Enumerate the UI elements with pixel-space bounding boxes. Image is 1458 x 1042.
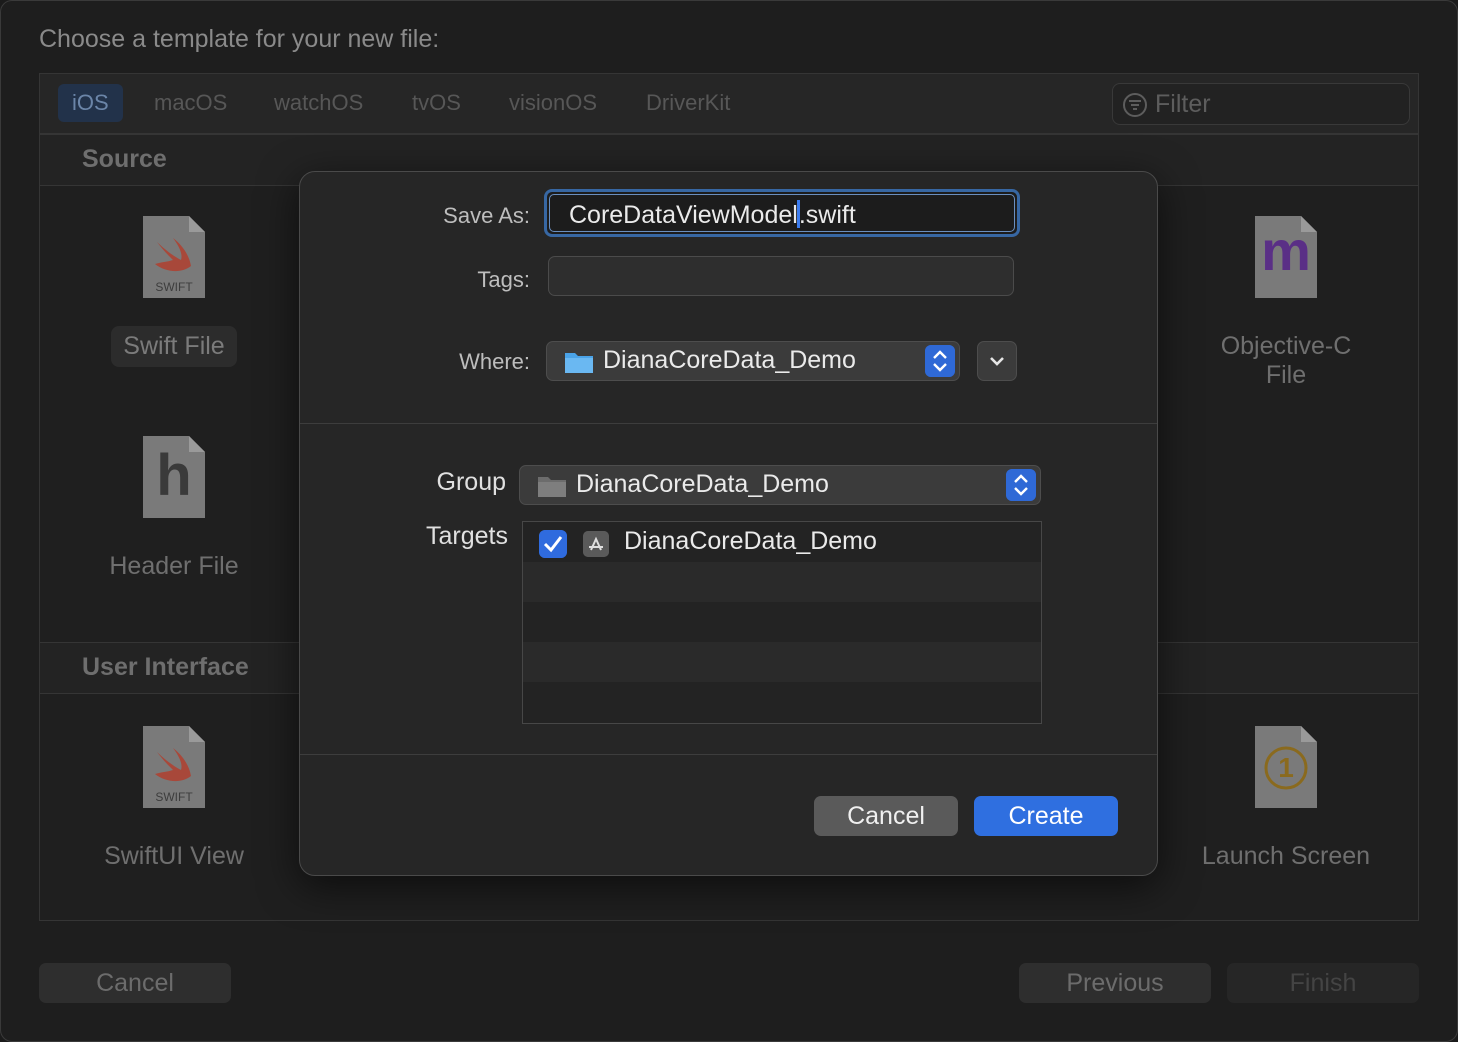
filter-icon: [1123, 93, 1147, 117]
swiftui-view-icon: SWIFT: [141, 724, 207, 810]
where-disclosure-button[interactable]: [977, 341, 1017, 381]
target-name: DianaCoreData_Demo: [624, 527, 877, 555]
header-file-icon: h: [141, 434, 207, 520]
footer-finish-button[interactable]: Finish: [1227, 963, 1419, 1003]
sheet-divider-bottom: [300, 754, 1157, 755]
swiftui-icon-caption: SWIFT: [155, 790, 193, 804]
template-objc-file[interactable]: m Objective-C File: [1186, 214, 1386, 396]
footer-cancel-button[interactable]: Cancel: [39, 963, 231, 1003]
tab-macos[interactable]: macOS: [140, 84, 241, 122]
tab-visionos[interactable]: visionOS: [495, 84, 611, 122]
group-folder-icon: [538, 477, 566, 497]
chevron-down-icon: [990, 357, 1004, 366]
tags-field[interactable]: [548, 256, 1014, 296]
sheet-divider-top: [300, 423, 1157, 424]
sheet-cancel-button[interactable]: Cancel: [814, 796, 958, 836]
tags-label: Tags:: [477, 267, 530, 292]
launch-screen-icon: 1: [1253, 724, 1319, 810]
app-store-icon: [583, 531, 609, 557]
filter-placeholder: Filter: [1155, 90, 1211, 118]
template-launch-screen[interactable]: 1 Launch Screen: [1186, 724, 1386, 877]
template-swift-file[interactable]: SWIFT Swift File: [74, 214, 274, 367]
launch-icon-glyph: 1: [1278, 752, 1294, 783]
save-as-value: CoreDataViewModel.swift: [569, 200, 856, 230]
group-label: Group: [436, 468, 506, 496]
section-label-source: Source: [82, 145, 167, 173]
template-label-swift-file: Swift File: [111, 326, 237, 367]
folder-icon: [565, 353, 593, 373]
target-row-empty: [523, 642, 1041, 682]
target-row-empty: [523, 602, 1041, 642]
tab-driverkit[interactable]: DriverKit: [632, 84, 744, 122]
swift-file-icon: SWIFT: [141, 214, 207, 300]
header-icon-glyph: h: [156, 443, 192, 508]
where-popup[interactable]: DianaCoreData_Demo: [546, 341, 960, 381]
section-label-user-interface: User Interface: [82, 653, 249, 681]
group-value: DianaCoreData_Demo: [576, 470, 829, 498]
template-label-header-file: Header File: [109, 552, 239, 580]
targets-list: DianaCoreData_Demo: [522, 521, 1042, 724]
template-label-swiftui-view: SwiftUI View: [104, 842, 244, 870]
swift-icon-caption: SWIFT: [155, 280, 193, 294]
template-swiftui-view[interactable]: SWIFT SwiftUI View: [74, 724, 274, 877]
template-label-objc-file: Objective-C File: [1220, 332, 1352, 389]
group-up-down-chevron-icon: [1006, 469, 1036, 501]
window-title: Choose a template for your new file:: [39, 25, 440, 53]
up-down-chevron-icon: [925, 345, 955, 377]
target-row-empty: [523, 562, 1041, 602]
template-label-launch-screen: Launch Screen: [1201, 842, 1371, 870]
template-header-file[interactable]: h Header File: [74, 434, 274, 587]
save-as-label: Save As:: [443, 203, 530, 228]
save-as-name-part: CoreDataViewModel: [569, 201, 798, 229]
where-value: DianaCoreData_Demo: [603, 346, 856, 374]
where-label: Where:: [459, 349, 530, 374]
objc-file-icon: m: [1253, 214, 1319, 300]
targets-label: Targets: [426, 522, 508, 550]
objc-icon-glyph: m: [1261, 219, 1311, 282]
tab-ios[interactable]: iOS: [58, 84, 123, 122]
create-button[interactable]: Create: [974, 796, 1118, 836]
save-as-extension-part: .swift: [798, 201, 856, 229]
filter-field[interactable]: Filter: [1112, 83, 1410, 125]
tab-watchos[interactable]: watchOS: [260, 84, 377, 122]
footer-previous-button[interactable]: Previous: [1019, 963, 1211, 1003]
platform-tab-bar: iOS macOS watchOS tvOS visionOS DriverKi…: [40, 74, 1418, 134]
target-row-empty: [523, 682, 1041, 722]
group-popup[interactable]: DianaCoreData_Demo: [519, 465, 1041, 505]
target-row[interactable]: DianaCoreData_Demo: [523, 522, 1041, 562]
tab-tvos[interactable]: tvOS: [398, 84, 475, 122]
save-as-field[interactable]: CoreDataViewModel.swift: [544, 189, 1020, 237]
checkmark-icon[interactable]: [539, 530, 567, 558]
save-sheet: Save As: CoreDataViewModel.swift Tags: W…: [299, 171, 1158, 876]
